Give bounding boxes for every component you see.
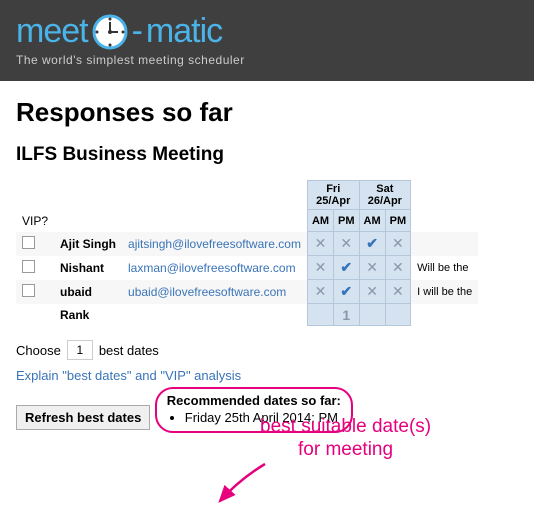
table-row: ubaidubaid@ilovefreesoftware.com✕✔✕✕I wi…	[16, 280, 478, 304]
choose-row: Choose best dates	[16, 340, 518, 360]
rank-label: Rank	[54, 304, 122, 326]
logo-meet: meet	[16, 12, 88, 51]
respondent-email[interactable]: ajitsingh@ilovefreesoftware.com	[122, 232, 307, 256]
cross-icon: ✕	[307, 256, 333, 280]
check-icon: ✔	[334, 280, 360, 304]
cross-icon: ✕	[385, 232, 411, 256]
check-icon: ✔	[359, 232, 385, 256]
table-row: Ajit Singhajitsingh@ilovefreesoftware.co…	[16, 232, 478, 256]
cross-icon: ✕	[359, 280, 385, 304]
logo-matic: matic	[146, 12, 222, 51]
slot-am-0: AM	[307, 210, 333, 232]
choose-count-input[interactable]	[67, 340, 93, 360]
choose-pre: Choose	[16, 343, 61, 358]
annotation-arrow-icon	[210, 459, 270, 509]
date-header-1: Sat26/Apr	[359, 181, 411, 210]
slot-pm-0: PM	[334, 210, 360, 232]
recommended-title: Recommended dates so far:	[167, 393, 341, 408]
vip-checkbox[interactable]	[22, 236, 35, 249]
respondent-name: Nishant	[54, 256, 122, 280]
recommended-box: Recommended dates so far: Friday 25th Ap…	[155, 387, 353, 433]
rank-1: 1	[334, 304, 360, 326]
meeting-title: ILFS Business Meeting	[16, 144, 518, 166]
vip-checkbox[interactable]	[22, 284, 35, 297]
vip-header: VIP?	[16, 210, 54, 232]
logo-dash: -	[132, 12, 142, 51]
respondent-name: ubaid	[54, 280, 122, 304]
refresh-button[interactable]: Refresh best dates	[16, 405, 150, 430]
respondent-email[interactable]: laxman@ilovefreesoftware.com	[122, 256, 307, 280]
date-header-0: Fri25/Apr	[307, 181, 359, 210]
respondent-name: Ajit Singh	[54, 232, 122, 256]
cross-icon: ✕	[385, 256, 411, 280]
table-row: Nishantlaxman@ilovefreesoftware.com✕✔✕✕W…	[16, 256, 478, 280]
rank-0	[307, 304, 333, 326]
page-title: Responses so far	[16, 97, 518, 128]
rank-2	[359, 304, 385, 326]
choose-post: best dates	[99, 343, 159, 358]
check-icon: ✔	[334, 256, 360, 280]
tagline: The world's simplest meeting scheduler	[16, 53, 518, 67]
cross-icon: ✕	[385, 280, 411, 304]
slot-pm-1: PM	[385, 210, 411, 232]
logo-clock-icon	[92, 14, 128, 50]
recommended-item: Friday 25th April 2014: PM	[185, 410, 341, 425]
cross-icon: ✕	[307, 280, 333, 304]
respondent-note: Will be the	[411, 256, 479, 280]
respondent-email[interactable]: ubaid@ilovefreesoftware.com	[122, 280, 307, 304]
respondent-note: I will be the	[411, 280, 479, 304]
cross-icon: ✕	[359, 256, 385, 280]
slot-am-1: AM	[359, 210, 385, 232]
logo: meet - matic	[16, 12, 518, 51]
header: meet - matic The world's simplest meetin…	[0, 0, 534, 81]
explain-link[interactable]: Explain "best dates" and "VIP" analysis	[16, 368, 518, 383]
vip-checkbox[interactable]	[22, 260, 35, 273]
cross-icon: ✕	[334, 232, 360, 256]
responses-table: Fri25/Apr Sat26/Apr VIP? AM PM AM PM Aji…	[16, 180, 478, 326]
cross-icon: ✕	[307, 232, 333, 256]
respondent-note	[411, 232, 479, 256]
rank-3	[385, 304, 411, 326]
